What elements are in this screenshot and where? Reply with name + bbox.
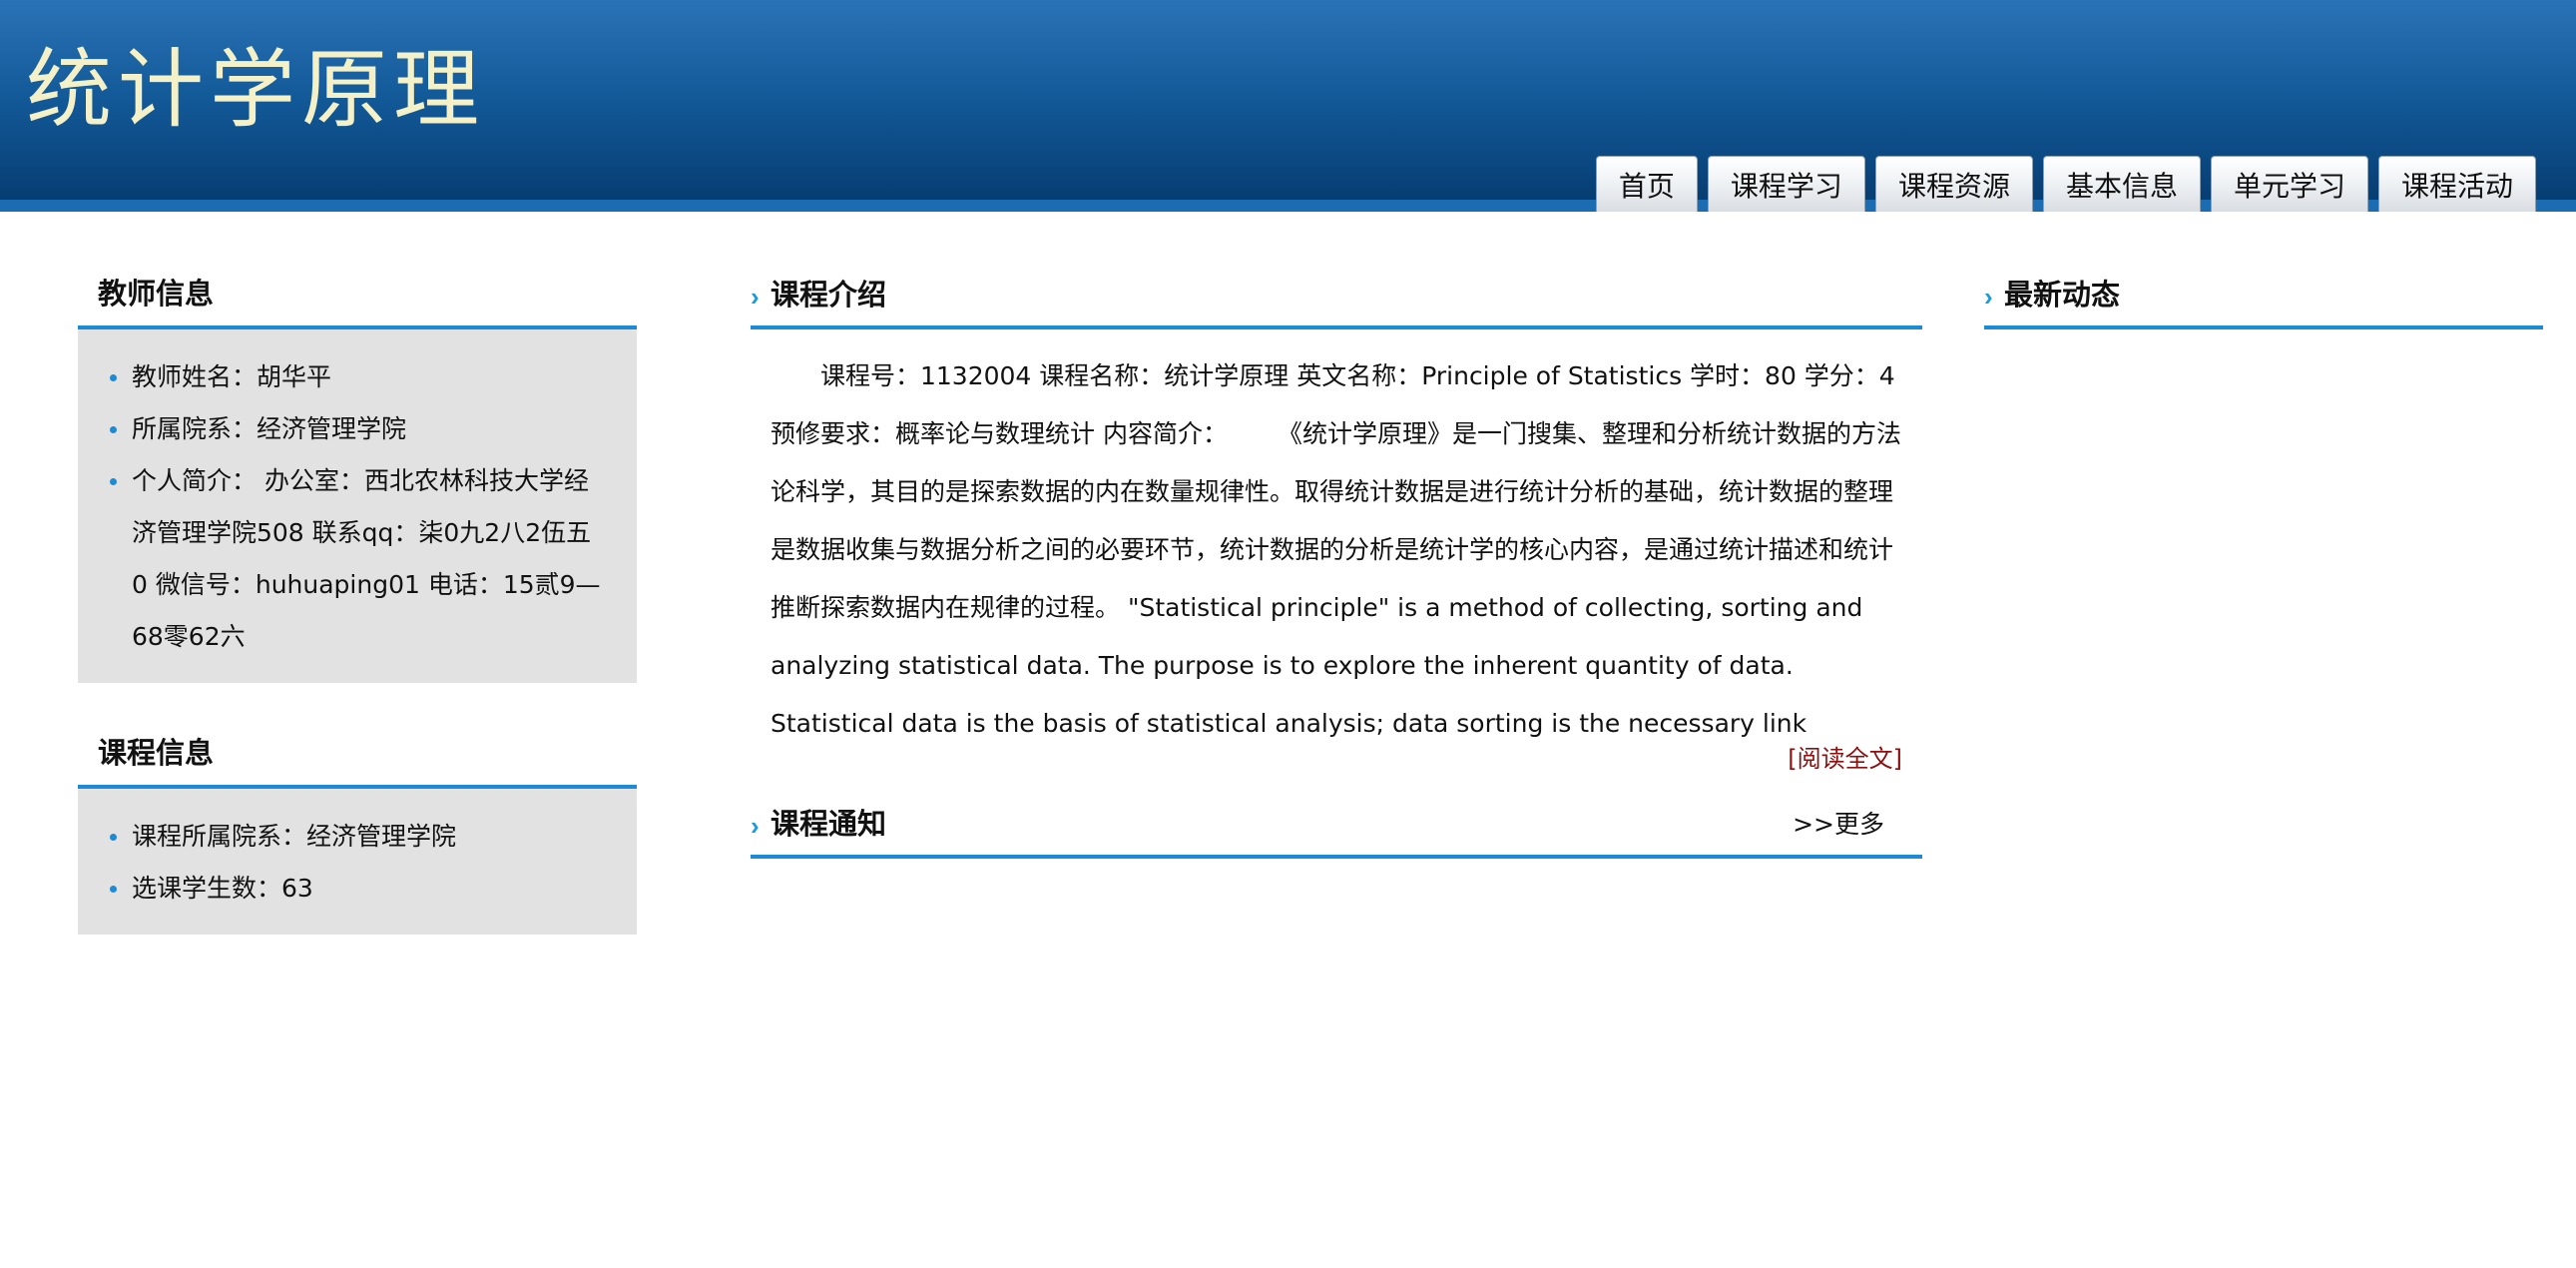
- teacher-info-list: 教师姓名：胡华平 所属院系：经济管理学院 个人简介： 办公室：西北农林科技大学经…: [108, 351, 607, 663]
- notice-section-header: › 课程通知 >>更多: [751, 799, 1922, 859]
- course-info-box: 课程所属院系：经济管理学院 选课学生数：63: [78, 789, 637, 935]
- chevron-right-icon: ›: [1984, 282, 1993, 312]
- intro-text: 课程号：1132004 课程名称：统计学原理 英文名称：Principle of…: [771, 361, 1901, 738]
- student-count: 选课学生数：63: [108, 863, 607, 915]
- teacher-info-box: 教师姓名：胡华平 所属院系：经济管理学院 个人简介： 办公室：西北农林科技大学经…: [78, 329, 637, 683]
- main-nav: 首页 课程学习 课程资源 基本信息 单元学习 课程活动: [1595, 156, 2536, 212]
- news-title: 最新动态: [2004, 280, 2121, 312]
- teacher-department: 所属院系：经济管理学院: [108, 403, 607, 455]
- site-title: 统计学原理: [26, 40, 485, 140]
- nav-tab-course-activities[interactable]: 课程活动: [2377, 156, 2536, 212]
- nav-tab-course-study[interactable]: 课程学习: [1707, 156, 1865, 212]
- course-department: 课程所属院系：经济管理学院: [108, 811, 607, 863]
- chevron-right-icon: ›: [751, 811, 760, 841]
- teacher-name: 教师姓名：胡华平: [108, 351, 607, 403]
- nav-tab-basic-info[interactable]: 基本信息: [2042, 156, 2201, 212]
- intro-title: 课程介绍: [771, 280, 887, 312]
- course-info-title: 课程信息: [78, 729, 637, 789]
- course-info-list: 课程所属院系：经济管理学院 选课学生数：63: [108, 811, 607, 915]
- nav-tab-home[interactable]: 首页: [1595, 156, 1698, 212]
- teacher-profile: 个人简介： 办公室：西北农林科技大学经济管理学院508 联系qq：柒0九2八2伍…: [108, 455, 607, 663]
- notice-title: 课程通知: [771, 809, 887, 841]
- news-section-header: › 最新动态: [1984, 270, 2543, 329]
- chevron-right-icon: ›: [751, 282, 760, 312]
- teacher-info-title: 教师信息: [78, 270, 637, 329]
- read-more-link[interactable]: [阅读全文]: [1788, 745, 1902, 773]
- notice-more-link[interactable]: >>更多: [1793, 799, 1884, 851]
- right-column: › 最新动态: [1984, 270, 2543, 329]
- left-column: 教师信息 教师姓名：胡华平 所属院系：经济管理学院 个人简介： 办公室：西北农林…: [78, 270, 637, 935]
- nav-tab-unit-study[interactable]: 单元学习: [2210, 156, 2368, 212]
- nav-tab-course-resources[interactable]: 课程资源: [1874, 156, 2033, 212]
- site-header: 统计学原理 首页 课程学习 课程资源 基本信息 单元学习 课程活动: [0, 0, 2576, 212]
- middle-column: › 课程介绍 课程号：1132004 课程名称：统计学原理 英文名称：Princ…: [751, 270, 1922, 859]
- read-more-link-wrap: [阅读全文]: [751, 739, 1922, 799]
- intro-section-header: › 课程介绍: [751, 270, 1922, 329]
